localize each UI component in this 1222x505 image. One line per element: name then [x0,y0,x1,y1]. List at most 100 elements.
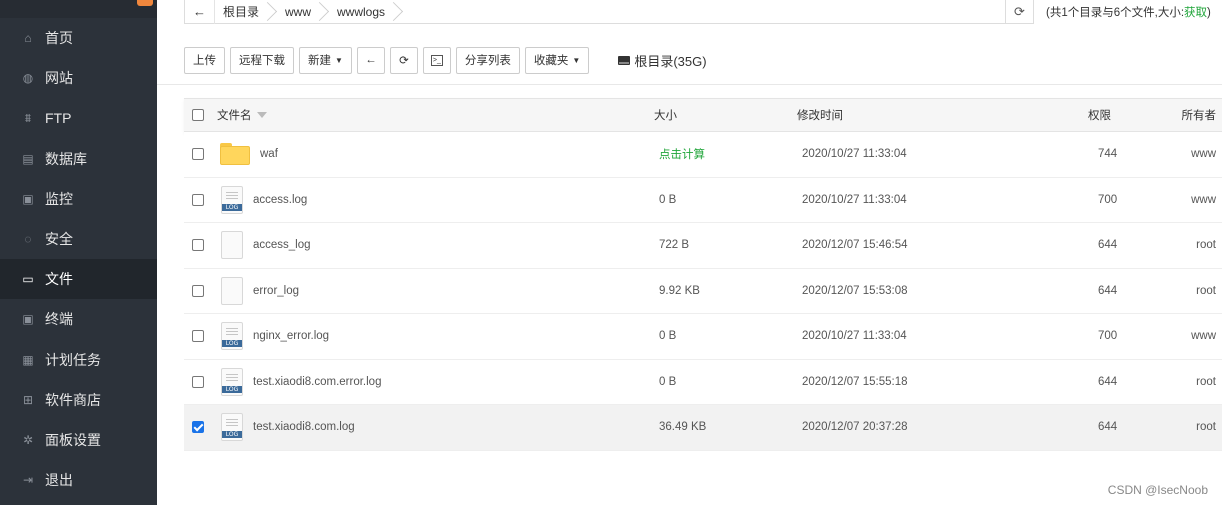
row-checkbox[interactable] [192,375,204,388]
file-name[interactable]: test.xiaodi8.com.log [253,421,355,433]
breadcrumb-item-wwwlogs[interactable]: wwwlogs [323,0,397,24]
file-name-cell[interactable]: LOG access.log [217,185,654,214]
file-owner[interactable]: www [1156,148,1222,160]
favorites-button[interactable]: 收藏夹 ▼ [524,46,590,74]
sort-caret-icon[interactable] [256,112,267,118]
breadcrumb-item-root[interactable]: 根目录 [215,0,271,24]
header-name[interactable]: 文件名 [217,107,654,123]
file-size: 0 B [654,330,797,342]
header-owner[interactable]: 所有者 [1156,107,1222,123]
file-name[interactable]: access.log [253,194,307,206]
header-size[interactable]: 大小 [654,107,797,123]
table-row[interactable]: LOG nginx_error.log 0 B 2020/10/27 11:33:04… [184,314,1222,360]
sidebar-item[interactable]: ✲ 面板设置 [0,420,157,460]
file-permission[interactable]: 700 [1088,194,1156,206]
row-checkbox-cell [184,375,217,388]
refresh-button[interactable]: ⟳ [389,46,418,74]
new-button[interactable]: 新建 ▼ [299,46,352,74]
log-file-icon: LOG [221,185,243,214]
file-permission[interactable]: 744 [1088,148,1156,160]
toolbar: 上传 远程下载 新建 ▼ ← ⟳ >_ 分享列表 收藏夹 ▼ 根目录(35G) [184,46,707,74]
row-checkbox[interactable] [192,239,204,252]
file-name-cell[interactable]: LOG test.xiaodi8.com.error.log [217,367,654,396]
refresh-icon[interactable]: ⟳ [1006,0,1034,24]
log-file-icon: LOG [221,322,243,351]
row-checkbox[interactable] [192,330,204,343]
back-button[interactable]: ← [356,46,385,74]
file-permission[interactable]: 644 [1088,376,1156,388]
table-row[interactable]: LOG access.log 0 B 2020/10/27 11:33:04 700 ww… [184,177,1222,223]
shield-icon: ◌ [24,232,32,247]
file-permission[interactable]: 700 [1088,330,1156,342]
file-name-cell[interactable]: access_log [217,231,654,260]
sidebar-item[interactable]: ▭ 文件 [0,259,157,300]
file-name-cell[interactable]: LOG test.xiaodi8.com.log [217,413,654,442]
sidebar-item[interactable]: ⌂ 首页 [0,18,157,58]
remote-download-button[interactable]: 远程下载 [230,46,294,74]
table-row[interactable]: LOG test.xiaodi8.com.error.log 0 B 2020/12/… [184,359,1222,405]
header-mtime[interactable]: 修改时间 [797,107,1088,123]
sidebar-item[interactable]: ▦ 计划任务 [0,340,157,380]
file-owner[interactable]: root [1156,239,1222,251]
row-checkbox[interactable] [192,148,204,161]
table-row[interactable]: access_log 722 B 2020/12/07 15:46:54 644 roo… [184,223,1222,269]
file-owner[interactable]: root [1156,285,1222,297]
sidebar-item-label: 网站 [45,70,73,87]
select-all-checkbox[interactable] [192,109,204,121]
ftp-icon: ⩩ [24,110,32,125]
sidebar-item[interactable]: ⇥ 退出 [0,460,157,500]
sidebar-item[interactable]: ▣ 监控 [0,179,157,219]
terminal-icon: ▣ [22,312,34,327]
file-size-value: 0 B [659,193,677,206]
file-permission[interactable]: 644 [1088,285,1156,297]
sidebar-item-label: 退出 [45,472,73,489]
log-file-icon: LOG [221,413,243,442]
file-name[interactable]: access_log [253,239,311,251]
file-size-value[interactable]: 点击计算 [659,149,705,161]
file-size[interactable]: 点击计算 [654,146,797,162]
upload-button[interactable]: 上传 [184,46,225,74]
row-checkbox[interactable] [192,421,204,434]
file-name[interactable]: waf [260,148,278,160]
file-permission[interactable]: 644 [1088,239,1156,251]
file-name-cell[interactable]: waf [217,143,654,166]
directory-summary-close: ) [1207,7,1211,19]
path-bar: ← 根目录 www wwwlogs ⟳ (共1个目录与6个文件,大小:获取) [184,0,1222,24]
table-row[interactable]: error_log 9.92 KB 2020/12/07 15:53:08 644 ro… [184,268,1222,314]
file-size-value: 0 B [659,375,677,388]
share-list-button[interactable]: 分享列表 [455,46,520,74]
notification-badge[interactable] [137,0,153,6]
file-owner[interactable]: www [1156,194,1222,206]
sidebar-item[interactable]: ▣ 终端 [0,299,157,339]
file-mtime: 2020/12/07 15:46:54 [802,239,908,252]
file-name[interactable]: test.xiaodi8.com.error.log [253,376,381,388]
file-size: 36.49 KB [654,421,797,433]
back-arrow-icon[interactable]: ← [185,0,215,24]
disk-selector[interactable]: 根目录(35G) [618,51,707,70]
sidebar-item[interactable]: ⊞ 软件商店 [0,380,157,420]
header-permission[interactable]: 权限 [1088,107,1156,123]
file-name[interactable]: error_log [253,285,299,297]
table-header: 文件名 大小 修改时间 权限 所有者 [184,98,1222,132]
row-checkbox[interactable] [192,193,204,206]
sidebar-item[interactable]: ⩩ FTP [0,98,157,138]
table-row[interactable]: waf 点击计算 2020/10/27 11:33:04 744 www [184,132,1222,178]
file-owner[interactable]: root [1156,376,1222,388]
sidebar-item[interactable]: ▤ 数据库 [0,139,157,179]
sidebar-item-label: 首页 [45,30,73,47]
sidebar-item[interactable]: ◌ 安全 [0,219,157,259]
sidebar-item[interactable]: ◍ 网站 [0,58,157,98]
file-permission[interactable]: 644 [1088,421,1156,433]
breadcrumb-item-www[interactable]: www [271,0,323,24]
terminal-button[interactable]: >_ [422,46,451,74]
file-size-value: 9.92 KB [659,284,700,297]
table-row[interactable]: LOG test.xiaodi8.com.log 36.49 KB 2020/12/0… [184,405,1222,451]
file-mtime: 2020/10/27 11:33:04 [802,330,907,343]
file-name-cell[interactable]: LOG nginx_error.log [217,322,654,351]
file-owner[interactable]: www [1156,330,1222,342]
file-name[interactable]: nginx_error.log [253,330,329,342]
file-name-cell[interactable]: error_log [217,276,654,305]
file-owner[interactable]: root [1156,421,1222,433]
row-checkbox[interactable] [192,284,204,297]
get-size-link[interactable]: 获取 [1184,7,1207,19]
